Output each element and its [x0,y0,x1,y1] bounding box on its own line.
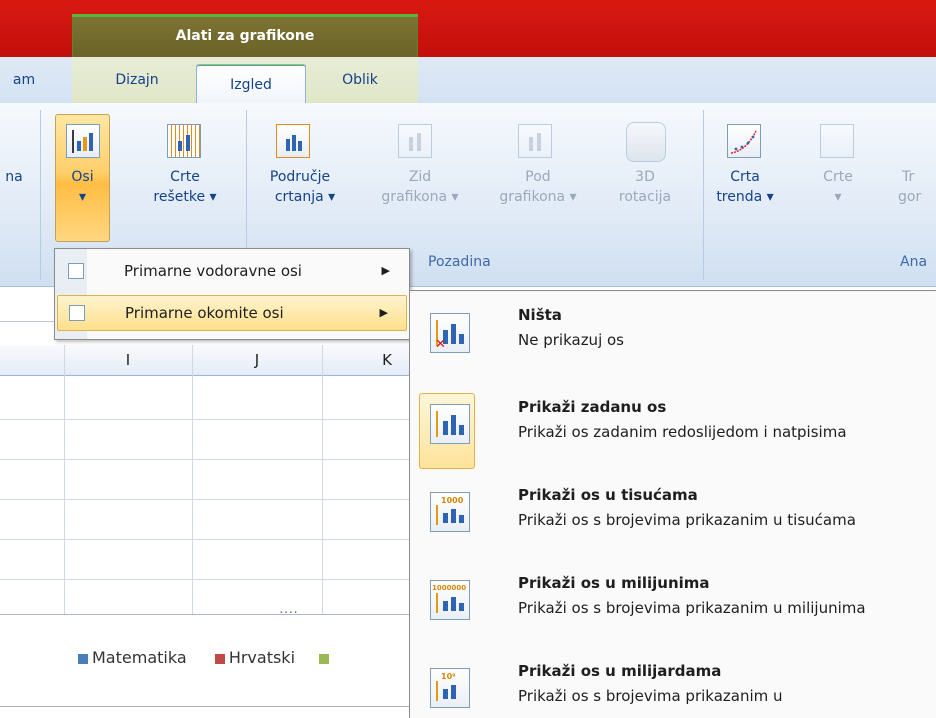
legend-label-hrvatski: Hrvatski [228,648,296,667]
column-header-j[interactable]: J [192,345,322,375]
crte-resetke-label-2[interactable]: rešetke ▾ [130,188,240,206]
osi-dropdown-arrow: ▾ [78,189,87,205]
podrucje-label-2[interactable]: crtanja ▾ [250,188,360,206]
3d-rotation-icon [626,122,666,162]
grid-column-line [192,345,193,615]
column-header-i[interactable]: I [64,345,192,375]
tab-dizajn[interactable]: Dizajn [92,57,182,103]
default-axis-icon [430,404,470,444]
chart-bottom-border [0,706,410,707]
legend-swatch-hrvatski [214,653,225,664]
axes-icon [66,124,100,158]
rotacija-label-1: 3D [635,169,655,185]
grid-column-line [64,345,65,615]
osi-label: Osi [71,169,94,185]
group-label-pozadina: Pozadina [428,254,491,270]
submenu-arrow-icon: ▶ [379,306,388,319]
vertical-axis-icon [69,305,85,321]
crte-label-1: Crte [823,169,853,185]
thousands-axis-icon: 1000 [430,492,470,532]
grid-row-line [0,579,410,580]
grid-row-line [0,419,410,420]
submenu-item-prikazi-os-u-milijardama[interactable]: 10⁹ Prikaži os u milijardama Prikaži os … [420,656,930,718]
tab-izgled[interactable]: Izgled [196,64,306,105]
submenu-item-nista[interactable]: ✕ Ništa Ne prikazuj os [420,300,930,380]
crte-label-2: ▾ [834,189,842,205]
group-separator [40,110,41,280]
group-label-analiza: Ana [900,254,928,270]
submenu-item-prikazi-zadanu-os[interactable]: Prikaži zadanu os Prikaži os zadanim red… [420,392,930,478]
plot-area-icon [276,124,310,158]
zid-label-2: grafikona ▾ [381,189,459,205]
crte-resetke-label-1[interactable]: Crte [130,168,240,186]
gridlines-icon [167,124,201,158]
podrucje-label-1[interactable]: Područje [250,168,350,186]
horizontal-axis-icon [68,263,84,279]
submenu-item-prikazi-os-u-milijunima[interactable]: 1000000 Prikaži os u milijunima Prikaži … [420,568,930,654]
contextual-tab-group-label: Alati za grafikone [72,14,418,57]
grid-row-line [0,539,410,540]
crta-trenda-label-1[interactable]: Crta [710,168,780,186]
lines-icon [820,124,854,158]
chart-border-line [0,614,410,615]
rotacija-label-2: rotacija [618,189,672,205]
no-axis-icon: ✕ [430,313,470,353]
submenu-item-prikazi-os-u-tisucama[interactable]: 1000 Prikaži os u tisućama Prikaži os s … [420,480,930,566]
tab-partial-left[interactable]: am [0,57,48,103]
menu-item-primarne-vodoravne-osi[interactable]: Primarne vodoravne osi ▶ [58,253,408,289]
pod-label-2: grafikona ▾ [499,189,577,205]
billions-axis-icon: 10⁹ [430,668,470,708]
group-separator [703,110,704,280]
trendline-icon [727,124,761,158]
tab-oblik[interactable]: Oblik [320,57,400,103]
partial-right-label-2: gor [898,189,922,205]
legend-label-matematika: Matematika [92,648,187,667]
legend-swatch-partial [319,653,330,664]
partial-left-button-label[interactable]: na [0,168,28,186]
partial-right-label-1: Tr [902,169,915,185]
menu-item-primarne-okomite-osi[interactable]: Primarne okomite osi ▶ [57,295,407,331]
zid-label-1: Zid [408,169,432,185]
legend-swatch-matematika [78,653,88,664]
millions-axis-icon: 1000000 [430,580,470,620]
contextual-accent-bar [72,14,418,17]
pod-label-1: Pod [525,169,551,185]
chart-legend: Matematika Hrvatski [78,648,408,674]
crta-trenda-label-2[interactable]: trenda ▾ [710,188,780,206]
submenu-arrow-icon: ▶ [381,264,390,277]
grid-row-line [0,459,410,460]
chart-wall-icon [398,124,432,158]
chart-floor-icon [518,124,552,158]
chart-resize-handle[interactable]: .... [264,602,314,616]
grid-row-line [0,499,410,500]
grid-column-line [322,345,323,615]
